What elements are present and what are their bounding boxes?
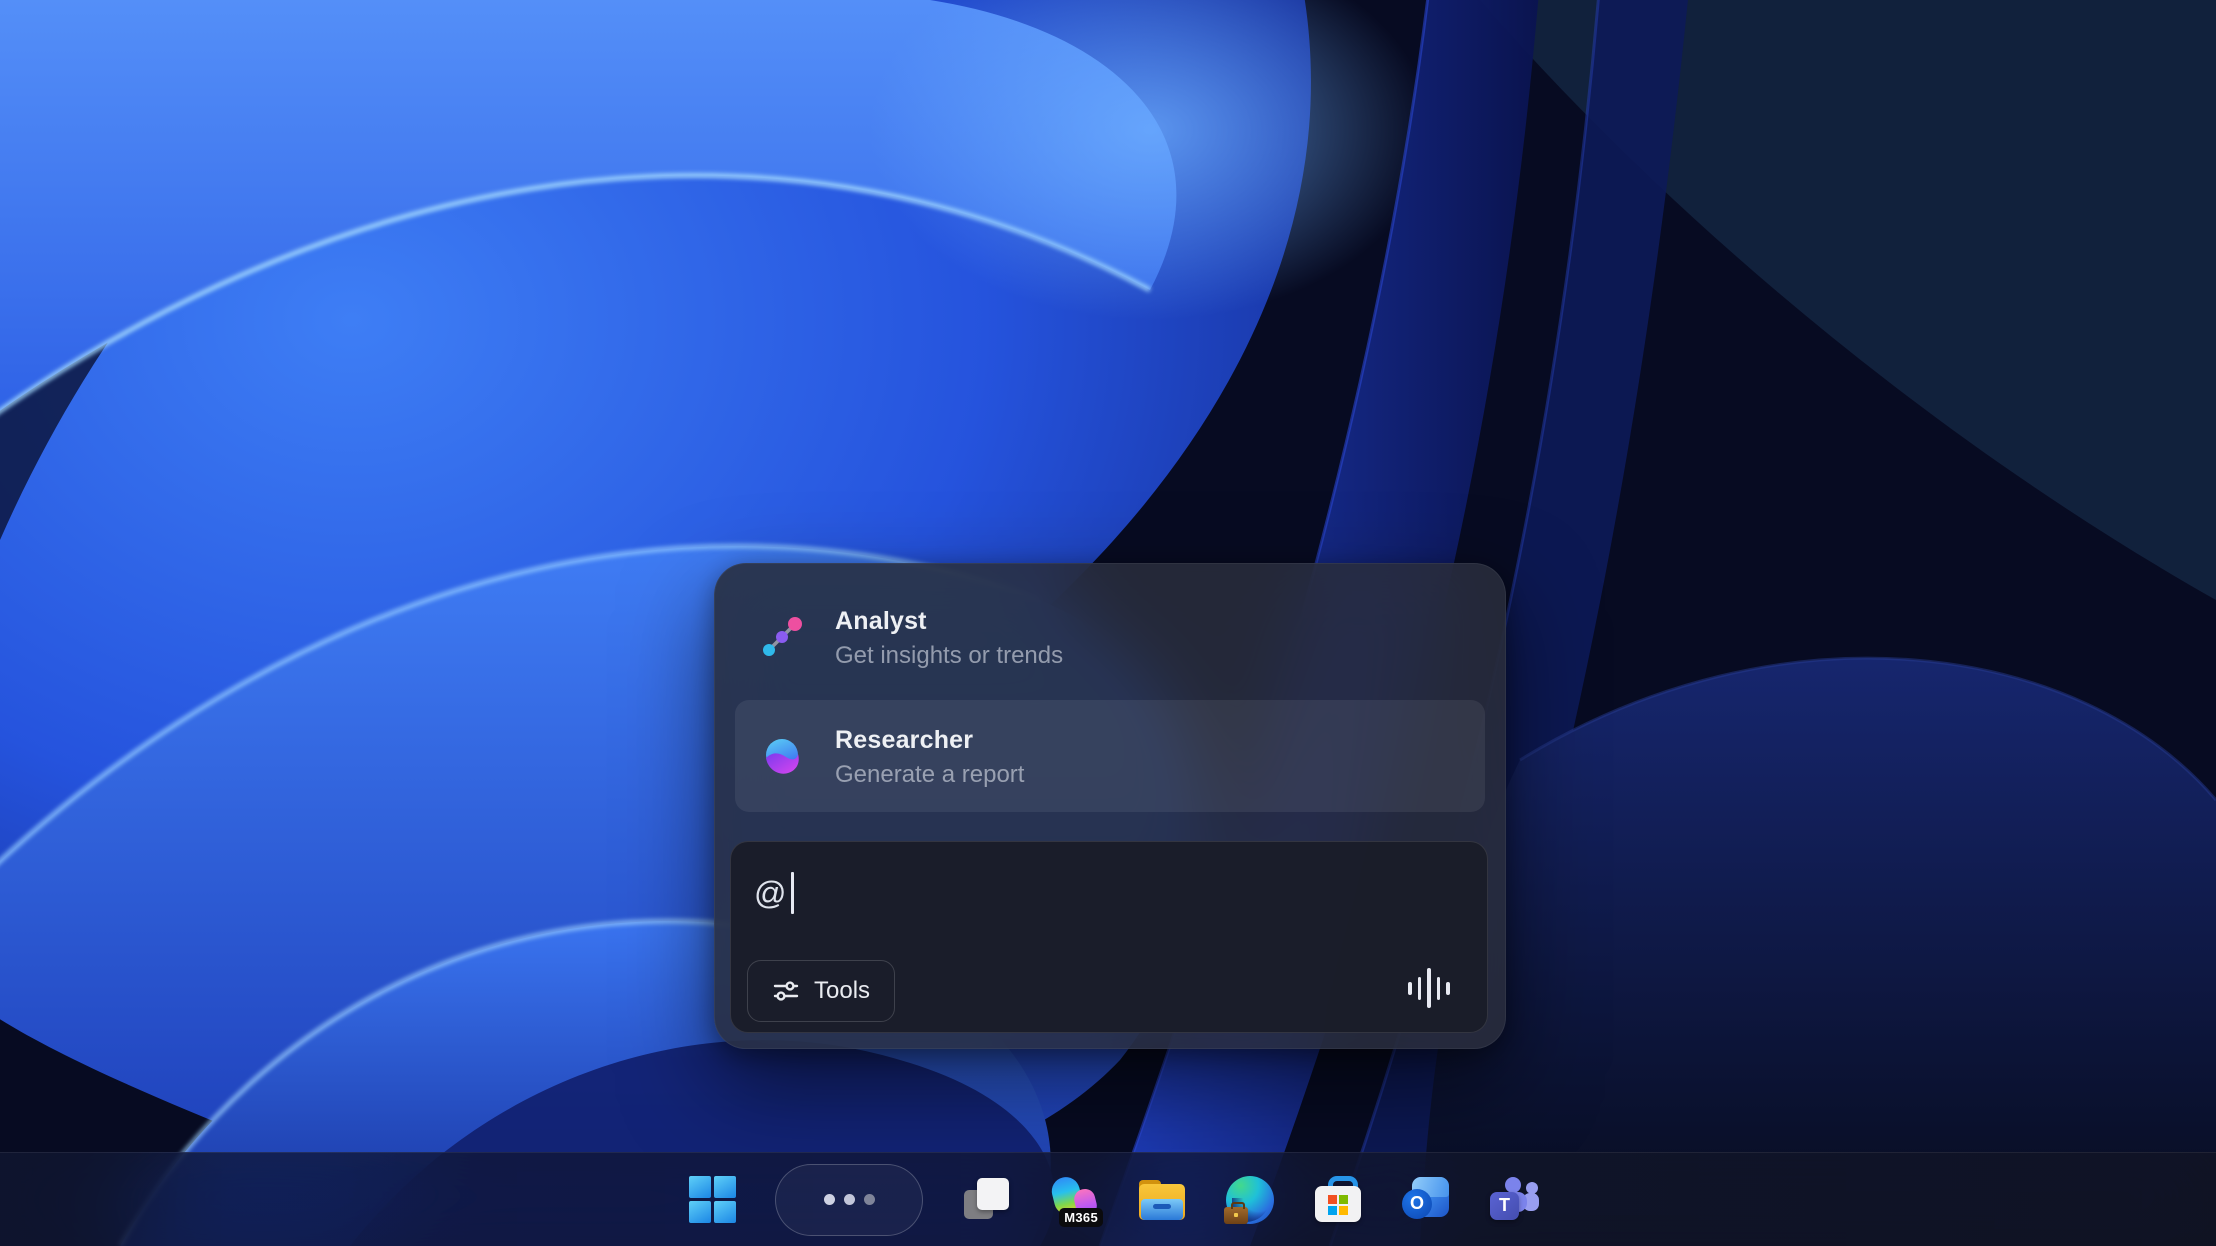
edge-browser-icon [1226, 1176, 1274, 1224]
agent-menu: Analyst Get insights or trends [715, 564, 1505, 812]
ellipsis-dot [824, 1194, 835, 1205]
tools-button[interactable]: Tools [747, 960, 895, 1022]
prompt-input[interactable]: @ [754, 872, 954, 914]
agent-subtitle: Generate a report [835, 758, 1024, 791]
voice-input-button[interactable] [1405, 964, 1453, 1012]
taskbar-search-pill[interactable] [775, 1164, 923, 1236]
outlook-button[interactable]: O [1401, 1167, 1451, 1233]
text-caret [791, 872, 794, 914]
tools-button-label: Tools [814, 977, 870, 1005]
microsoft-store-icon [1315, 1176, 1361, 1224]
copilot-m365-button[interactable]: M365 [1049, 1167, 1099, 1233]
ellipsis-dot [864, 1194, 875, 1205]
start-button[interactable] [687, 1167, 737, 1233]
task-view-button[interactable] [961, 1167, 1011, 1233]
teams-letter: T [1490, 1192, 1519, 1220]
agent-title: Researcher [835, 722, 1024, 758]
menu-item-researcher[interactable]: Researcher Generate a report [735, 700, 1485, 812]
taskbar-items: M365 O [687, 1153, 1539, 1246]
copilot-m365-icon: M365 [1049, 1175, 1099, 1225]
outlook-letter: O [1402, 1189, 1432, 1219]
researcher-planet-icon [759, 733, 805, 779]
composer-input-box: @ Tools [730, 841, 1488, 1033]
outlook-icon: O [1402, 1177, 1450, 1223]
file-explorer-button[interactable] [1137, 1167, 1187, 1233]
voice-waveform-icon [1408, 968, 1450, 1008]
microsoft-store-button[interactable] [1313, 1167, 1363, 1233]
taskbar: M365 O [0, 1152, 2216, 1246]
windows-logo-icon [689, 1176, 736, 1223]
teams-button[interactable]: T [1489, 1167, 1539, 1233]
agent-subtitle: Get insights or trends [835, 639, 1063, 672]
m365-badge: M365 [1059, 1208, 1103, 1227]
prompt-text: @ [754, 875, 786, 912]
agent-title: Analyst [835, 603, 1063, 639]
edge-browser-button[interactable] [1225, 1167, 1275, 1233]
ellipsis-dot [844, 1194, 855, 1205]
task-view-icon [962, 1177, 1010, 1223]
teams-icon: T [1489, 1177, 1539, 1223]
analyst-trend-dots-icon [759, 614, 805, 660]
copilot-palette: Analyst Get insights or trends [714, 563, 1506, 1049]
file-explorer-icon [1138, 1178, 1186, 1222]
sliders-icon [772, 977, 800, 1005]
menu-item-analyst[interactable]: Analyst Get insights or trends [735, 584, 1485, 690]
